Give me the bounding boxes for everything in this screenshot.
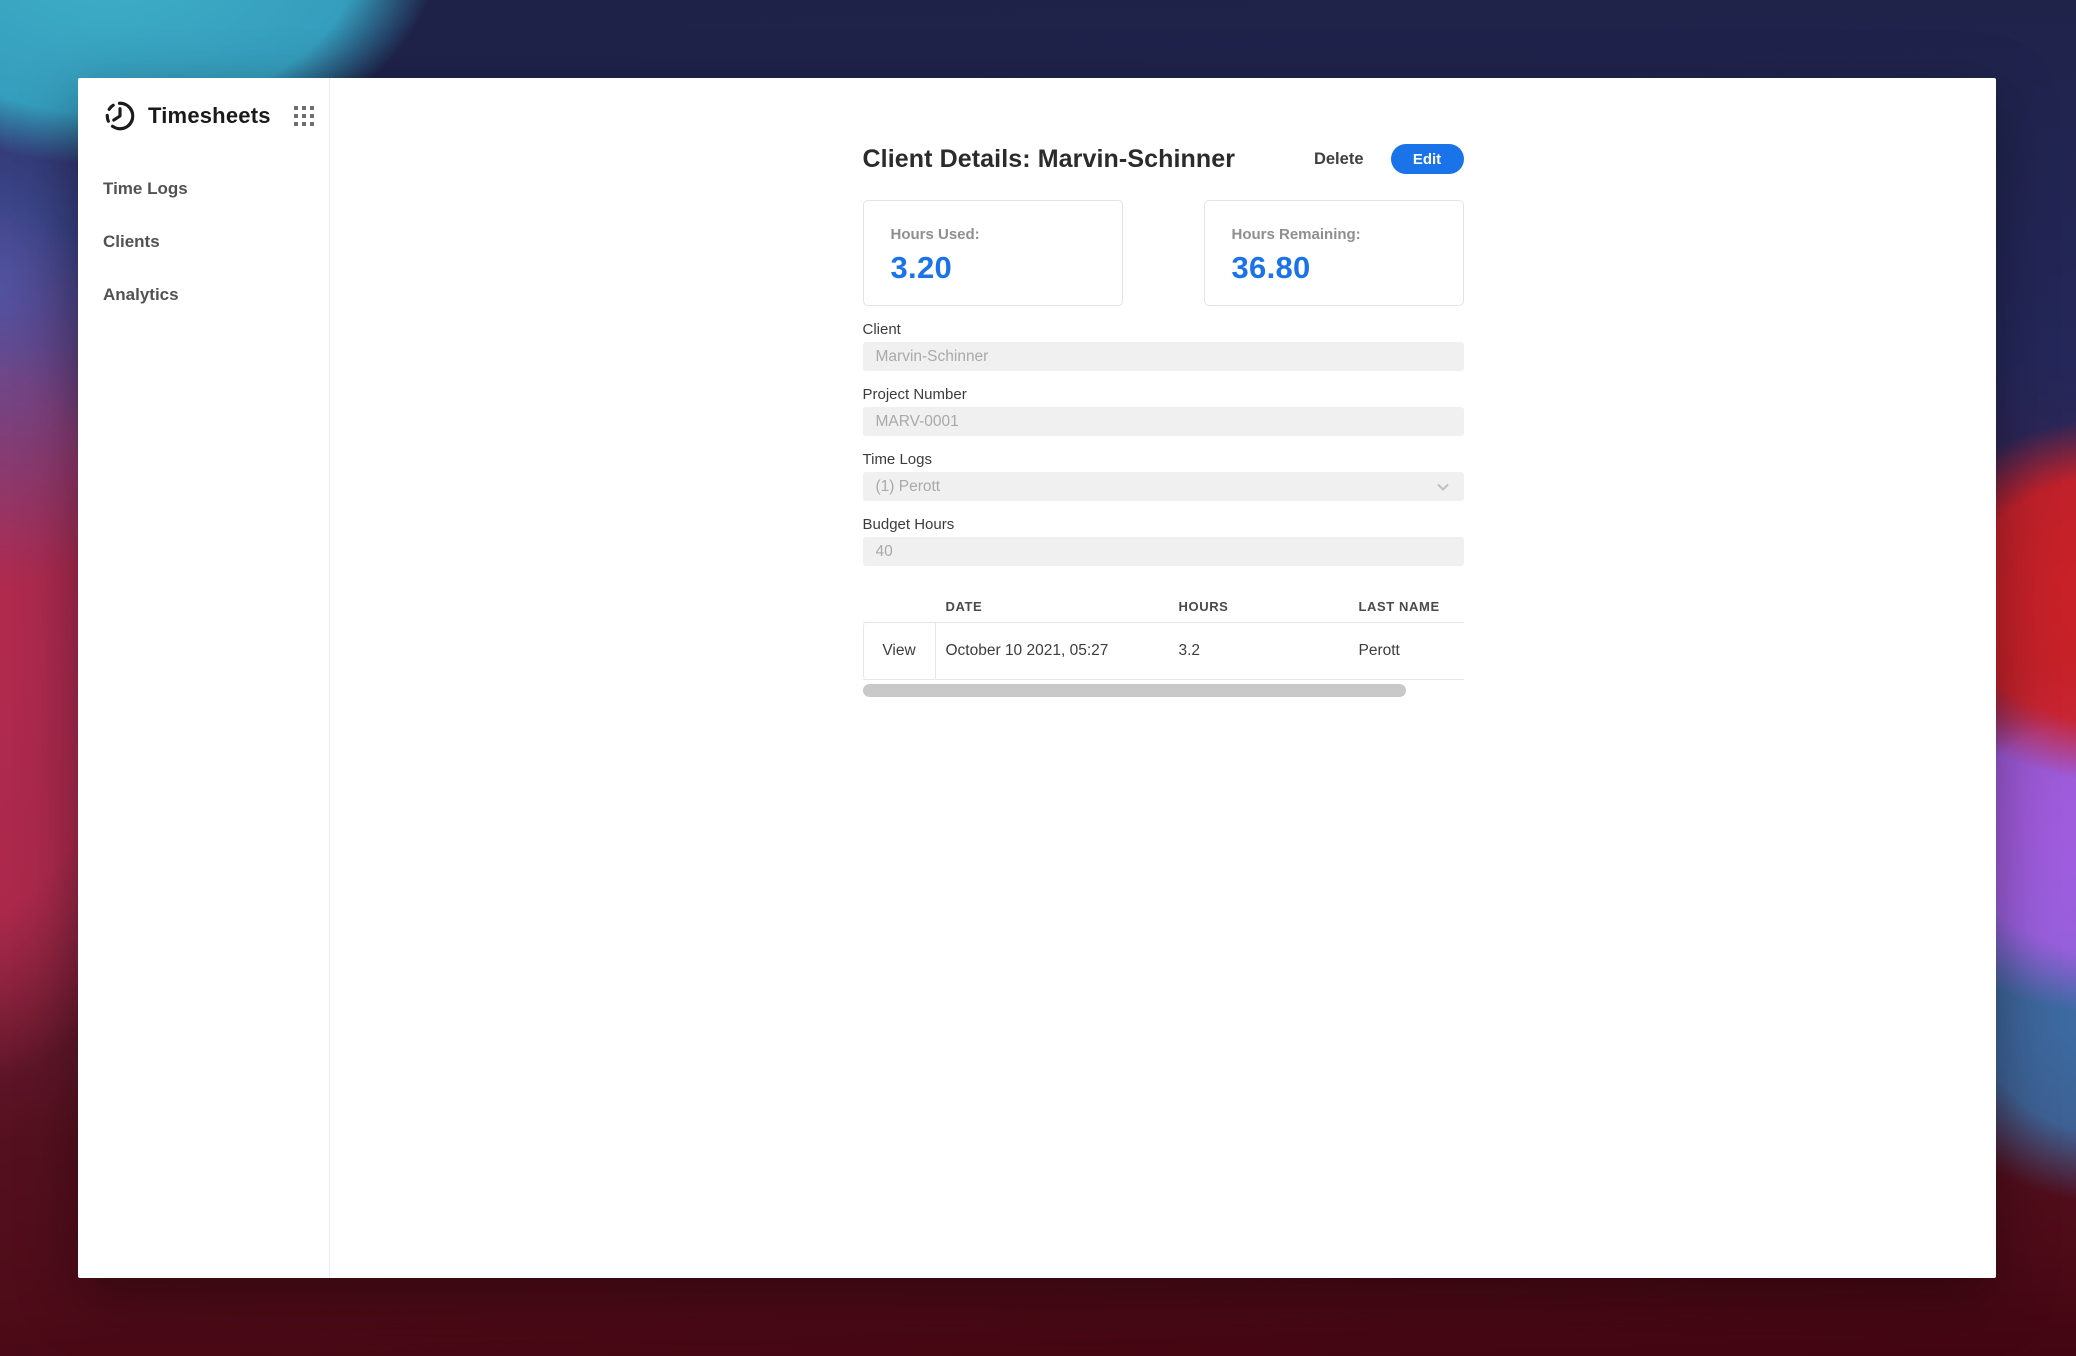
scrollbar-thumb[interactable] [862, 684, 1406, 697]
field-client: Client [862, 321, 1464, 371]
table-row: View October 10 2021, 05:27 3.2 Perott [862, 622, 1464, 680]
project-number-input[interactable] [862, 407, 1464, 436]
time-logs-selected-value: (1) Perott [875, 477, 941, 495]
cell-hours: 3.2 [1178, 642, 1201, 659]
header-actions: Delete Edit [1314, 144, 1464, 174]
page-header: Client Details: Marvin-Schinner Delete E… [863, 144, 1464, 174]
field-budget-hours: Budget Hours [862, 516, 1464, 566]
sidebar-item-clients[interactable]: Clients [103, 222, 315, 262]
app-window: Timesheets Time Logs Clients Analytics C… [78, 78, 1996, 1278]
app-launcher-grid-icon[interactable] [293, 105, 315, 127]
table-header-last-name: LAST NAME [1358, 599, 1440, 614]
chevron-down-icon [1435, 479, 1451, 495]
view-button[interactable]: View [862, 623, 936, 679]
main-area: Client Details: Marvin-Schinner Delete E… [330, 78, 1996, 1278]
stat-card-hours-used: Hours Used: 3.20 [862, 200, 1123, 306]
stat-value: 3.20 [890, 250, 953, 285]
sidebar: Timesheets Time Logs Clients Analytics [78, 78, 330, 1278]
table-header-hours: HOURS [1178, 599, 1229, 614]
stat-label: Hours Used: [890, 226, 980, 243]
sidebar-item-analytics[interactable]: Analytics [103, 275, 315, 315]
app-title: Timesheets [148, 103, 271, 128]
budget-hours-input[interactable] [862, 537, 1464, 566]
table-header-date: DATE [945, 599, 983, 614]
client-input[interactable] [862, 342, 1464, 371]
sidebar-header: Timesheets [103, 99, 315, 133]
table-header-row: DATE HOURS LAST NAME [863, 591, 1464, 622]
stat-value: 36.80 [1231, 250, 1311, 285]
stat-label: Hours Remaining: [1231, 226, 1361, 243]
table-horizontal-scrollbar [862, 684, 1464, 697]
sidebar-item-time-logs[interactable]: Time Logs [103, 169, 315, 209]
time-logs-table: DATE HOURS LAST NAME View October 10 202… [862, 591, 1464, 697]
field-label-client: Client [862, 321, 901, 338]
page-title: Client Details: Marvin-Schinner [862, 144, 1236, 173]
field-label-project-number: Project Number [862, 386, 967, 403]
field-time-logs: Time Logs (1) Perott [862, 451, 1464, 501]
time-logs-select[interactable]: (1) Perott [862, 472, 1464, 501]
cell-last-name: Perott [1358, 642, 1400, 659]
client-details-panel: Client Details: Marvin-Schinner Delete E… [862, 78, 1464, 1278]
field-label-time-logs: Time Logs [862, 451, 932, 468]
sidebar-nav: Time Logs Clients Analytics [103, 169, 315, 315]
stat-card-hours-remaining: Hours Remaining: 36.80 [1203, 200, 1464, 306]
clock-logo-icon [103, 99, 137, 133]
cell-date: October 10 2021, 05:27 [945, 642, 1109, 659]
field-project-number: Project Number [862, 386, 1464, 436]
stats-row: Hours Used: 3.20 Hours Remaining: 36.80 [862, 200, 1464, 306]
field-label-budget-hours: Budget Hours [862, 516, 955, 533]
delete-button[interactable]: Delete [1314, 150, 1364, 169]
edit-button[interactable]: Edit [1390, 144, 1464, 174]
